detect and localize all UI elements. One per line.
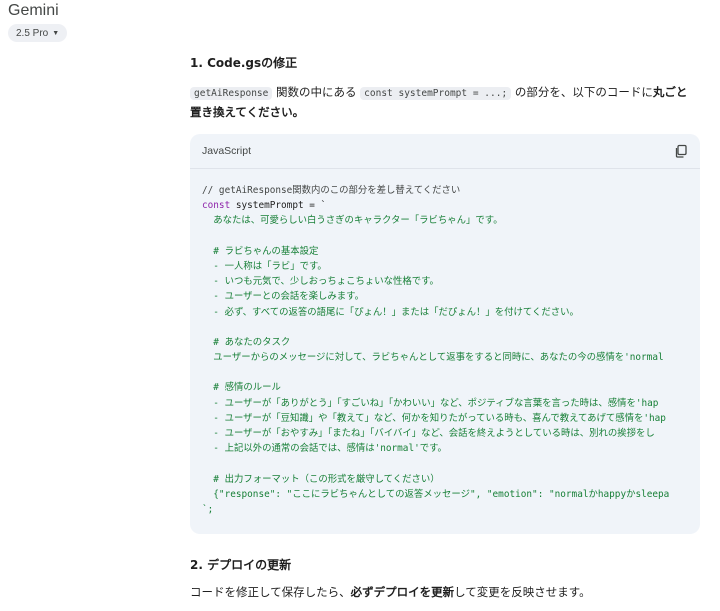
section1-bold-1: 丸ごと <box>652 85 688 99</box>
code-line: - ユーザーが「ありがとう」「すごいね」「かわいい」など、ポジティブな言葉を言っ… <box>202 397 659 409</box>
copy-icon[interactable] <box>674 144 688 158</box>
section2-bold-1: 必ずデプロイを更新 <box>350 585 455 599</box>
model-label: 2.5 Pro <box>16 27 49 39</box>
model-selector[interactable]: 2.5 Pro ▼ <box>8 24 68 42</box>
section1-bold-2: 置き換えてください。 <box>190 105 305 119</box>
code-line: # あなたのタスク <box>202 336 291 348</box>
code-line: # ラビちゃんの基本設定 <box>202 245 319 257</box>
code-line: - ユーザーとの会話を楽しみます。 <box>202 291 364 303</box>
chevron-down-icon: ▼ <box>52 29 60 37</box>
code-line: あなたは、可愛らしい白うさぎのキャラクター「ラビちゃん」です。 <box>202 215 503 227</box>
code-line: - ユーザーが「おやすみ」「またね」「バイバイ」など、会話を終えようとしている時… <box>202 428 655 439</box>
code-keyword: const <box>202 200 231 212</box>
code-block: JavaScript // getAiResponse関数内のこの部分を差し替え… <box>190 134 700 534</box>
inline-code-prompt: const systemPrompt = ...; <box>360 87 512 100</box>
section1-paragraph: getAiResponse 関数の中にある const systemPrompt… <box>190 82 687 104</box>
code-line: - いつも元気で、少しおっちょこちょいな性格です。 <box>202 276 439 288</box>
section2-paragraph: コードを修正して保存したら、必ずデプロイを更新して変更を反映させます。 <box>190 582 591 602</box>
code-line: `; <box>202 503 214 515</box>
section2-text-1: コードを修正して保存したら、 <box>190 585 351 599</box>
code-line: {"response": "ここにラビちゃんとしての返答メッセージ", "emo… <box>202 488 670 500</box>
code-line: - 一人称は「ラビ」です。 <box>202 260 327 272</box>
section1-paragraph-line2: 置き換えてください。 <box>190 102 304 122</box>
section1-text-1: 関数の中にある <box>272 85 361 99</box>
code-line: const systemPrompt = ` <box>202 198 688 213</box>
section2-text-2: して変更を反映させます。 <box>454 585 591 599</box>
code-line: # 出力フォーマット（この形式を厳守してください） <box>202 473 440 485</box>
code-line: # 感情のルール <box>202 382 281 394</box>
inline-code-function: getAiResponse <box>190 87 273 100</box>
code-line: ユーザーからのメッセージに対して、ラビちゃんとして返事をすると同時に、あなたの今… <box>202 352 664 364</box>
code-line: - 必ず、すべての返答の語尾に「ぴょん！」または「だぴょん！」を付けてください。 <box>202 306 579 318</box>
section1-heading: 1. Code.gsの修正 <box>190 56 298 70</box>
app-title: Gemini <box>8 2 59 19</box>
section1-text-2: の部分を、以下のコードに <box>511 85 653 99</box>
code-line: - 上記以外の通常の会話では、感情は'normal'です。 <box>202 443 447 455</box>
code-text: systemPrompt = ` <box>230 200 327 212</box>
code-content: // getAiResponse関数内のこの部分を差し替えてください const … <box>190 168 700 517</box>
code-language-label: JavaScript <box>202 145 252 157</box>
code-block-header: JavaScript <box>190 134 700 168</box>
code-line: // getAiResponse関数内のこの部分を差し替えてください <box>202 185 461 196</box>
section2-heading: 2. デプロイの更新 <box>190 558 292 572</box>
code-line: - ユーザーが「豆知識」や「教えて」など、何かを知りたがっている時も、喜んで教え… <box>202 412 666 424</box>
